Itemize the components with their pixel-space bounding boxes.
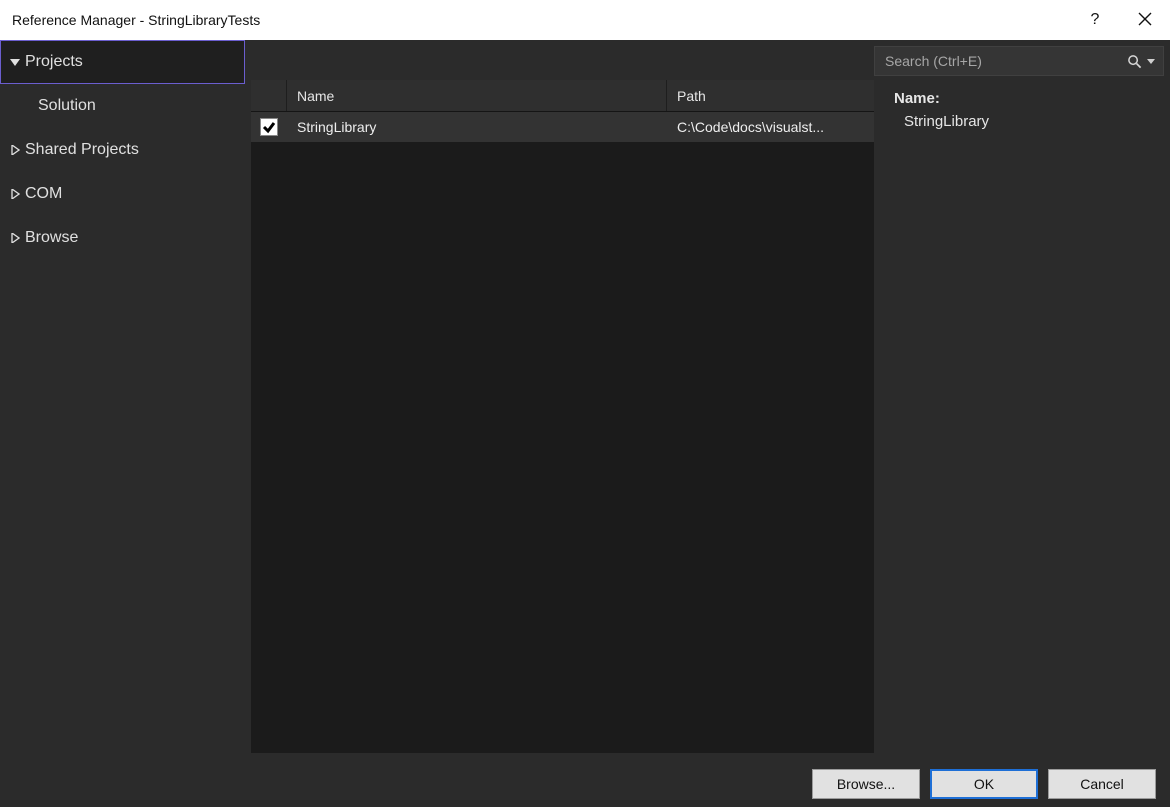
row-path-text: C:\Code\docs\visualst... [677,119,824,135]
sidebar-item-label: Browse [25,229,78,247]
sidebar-item-solution[interactable]: Solution [0,84,245,128]
button-label: Cancel [1080,776,1124,792]
detail-name-value: StringLibrary [894,113,1156,130]
close-icon [1138,12,1152,29]
help-icon: ? [1091,11,1100,29]
row-checkbox-cell[interactable] [251,112,287,142]
chevron-right-icon [5,145,25,155]
reference-list: Name Path StringLibrary [251,80,874,753]
button-label: OK [974,776,994,792]
checkbox-checked-icon[interactable] [260,118,278,136]
column-header-checkbox[interactable] [251,80,287,111]
ok-button[interactable]: OK [930,769,1038,799]
close-button[interactable] [1120,0,1170,40]
column-header-name[interactable]: Name [287,80,667,111]
search-icon [1123,54,1145,69]
window-title: Reference Manager - StringLibraryTests [12,12,260,28]
title-bar: Reference Manager - StringLibraryTests ? [0,0,1170,40]
button-label: Browse... [837,776,895,792]
footer: Browse... OK Cancel [0,761,1170,807]
column-header-label: Name [297,88,334,104]
sidebar-item-label: COM [25,185,62,203]
main-area: Name Path StringLibrary [245,40,1170,761]
row-path-cell: C:\Code\docs\visualst... [667,112,874,142]
content-area: Projects Solution Shared Projects COM [0,40,1170,761]
sidebar-item-browse[interactable]: Browse [0,216,245,260]
sidebar-item-label: Shared Projects [25,141,139,159]
sidebar-item-projects[interactable]: Projects [0,40,245,84]
row-name-text: StringLibrary [297,119,376,135]
search-input[interactable] [885,53,1123,69]
detail-name-label: Name: [894,90,1156,107]
list-header: Name Path [251,80,874,112]
chevron-right-icon [5,189,25,199]
panes: Name Path StringLibrary [245,80,1170,761]
sidebar-item-shared-projects[interactable]: Shared Projects [0,128,245,172]
reference-manager-window: Reference Manager - StringLibraryTests ?… [0,0,1170,807]
sidebar-item-label: Projects [25,53,83,71]
sidebar-item-com[interactable]: COM [0,172,245,216]
column-header-path[interactable]: Path [667,80,874,111]
detail-panel: Name: StringLibrary [880,80,1170,761]
chevron-right-icon [5,233,25,243]
search-row [245,40,1170,80]
column-header-label: Path [677,88,706,104]
table-row[interactable]: StringLibrary C:\Code\docs\visualst... [251,112,874,142]
search-box[interactable] [874,46,1164,76]
sidebar: Projects Solution Shared Projects COM [0,40,245,761]
browse-button[interactable]: Browse... [812,769,920,799]
help-button[interactable]: ? [1070,0,1120,40]
dropdown-caret-icon[interactable] [1145,57,1157,65]
cancel-button[interactable]: Cancel [1048,769,1156,799]
chevron-down-icon [5,57,25,67]
sidebar-item-label: Solution [38,97,96,115]
row-name-cell: StringLibrary [287,112,667,142]
